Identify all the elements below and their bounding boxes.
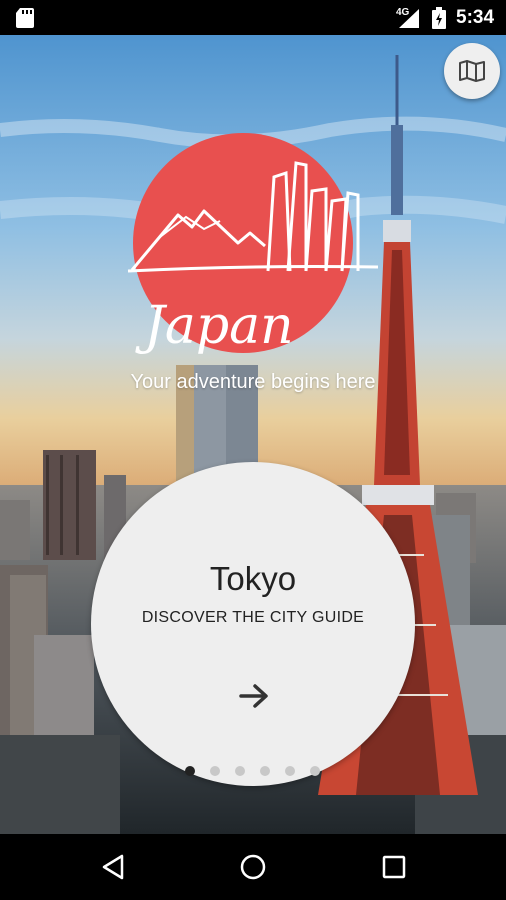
page-dot[interactable]: [285, 766, 295, 776]
sd-card-icon: [16, 8, 34, 28]
japan-logo: Japan: [127, 133, 379, 356]
status-bar: 4G 5:34: [0, 0, 506, 35]
page-dot[interactable]: [310, 766, 320, 776]
map-button[interactable]: [444, 43, 500, 99]
page-dot[interactable]: [235, 766, 245, 776]
navigation-bar: [0, 834, 506, 900]
tagline: Your adventure begins here: [130, 371, 376, 393]
page-dot[interactable]: [185, 766, 195, 776]
page-indicator: [0, 766, 506, 780]
map-icon: [459, 60, 485, 82]
back-icon[interactable]: [100, 853, 128, 881]
signal-icon: [399, 9, 419, 28]
page-dot[interactable]: [210, 766, 220, 776]
logo-wordmark: Japan: [135, 296, 294, 356]
city-title: Tokyo: [209, 560, 297, 597]
clock: 5:34: [456, 7, 495, 28]
city-subtitle: DISCOVER THE CITY GUIDE: [141, 609, 365, 626]
city-card[interactable]: Tokyo DISCOVER THE CITY GUIDE: [91, 462, 415, 786]
arrow-right-icon[interactable]: [239, 684, 269, 708]
home-icon[interactable]: [239, 853, 267, 881]
page-dot[interactable]: [260, 766, 270, 776]
battery-icon: [432, 7, 446, 29]
recents-icon[interactable]: [380, 853, 408, 881]
